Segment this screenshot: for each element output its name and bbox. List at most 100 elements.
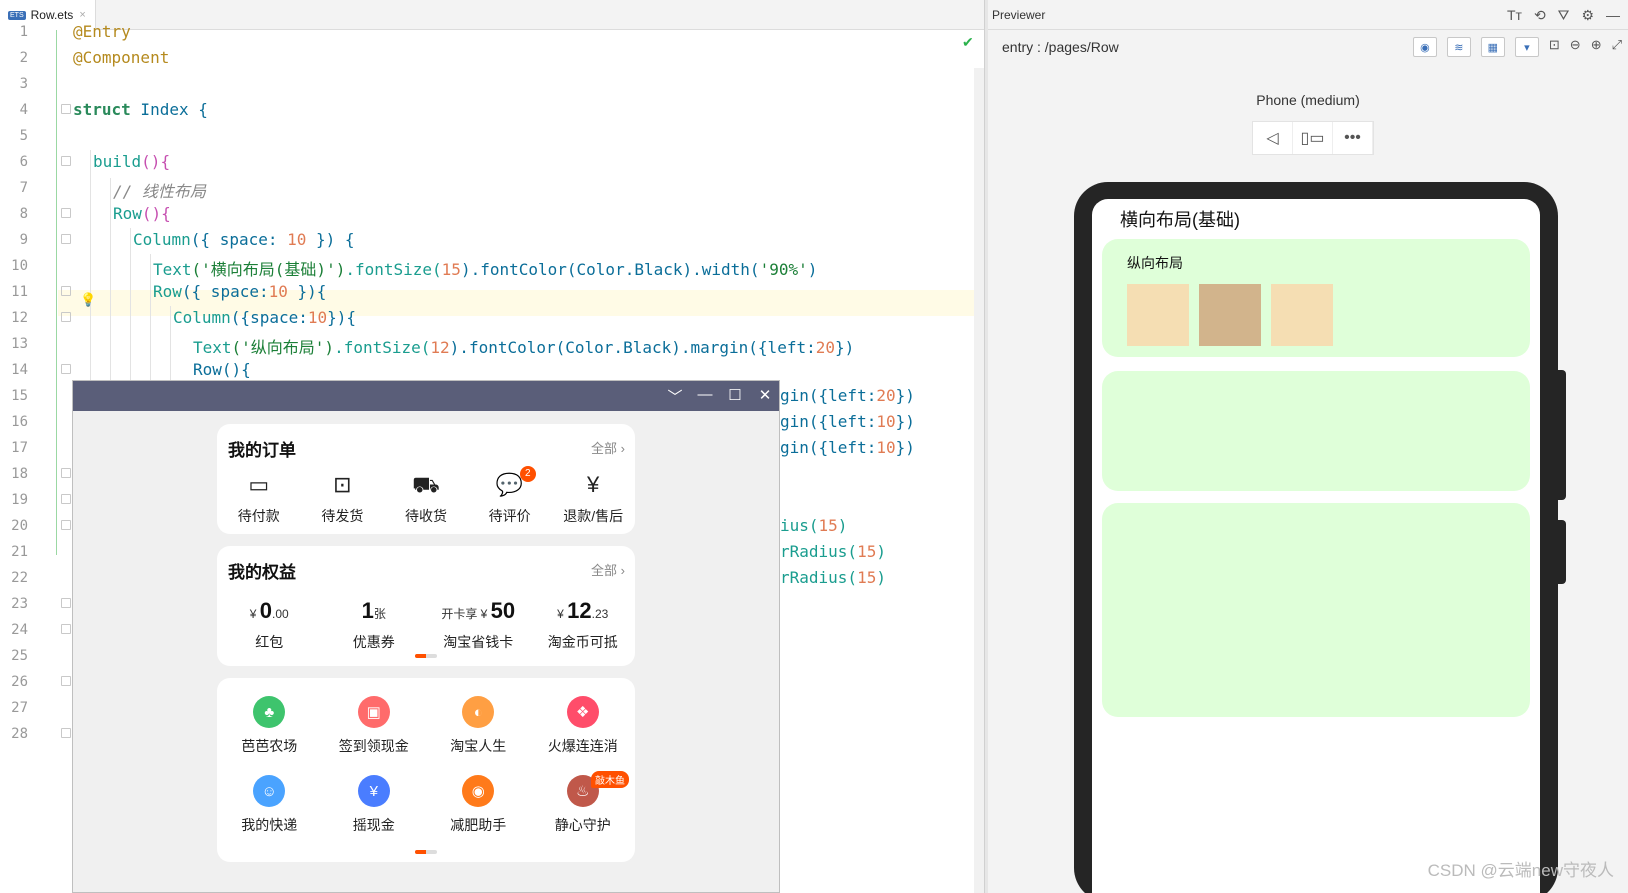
font-size-icon[interactable]: Tт (1507, 7, 1522, 24)
more-icon[interactable]: ••• (1333, 122, 1373, 154)
code-line[interactable]: Column({space:10}){ (173, 308, 356, 327)
order-pending-payment[interactable]: ▭ 待付款 (217, 472, 301, 526)
tab-label: Row.ets (30, 8, 74, 22)
code-token: Index { (130, 100, 208, 119)
fold-icon[interactable] (61, 234, 71, 244)
code-line[interactable]: build(){ (93, 152, 170, 171)
lightbulb-icon[interactable]: 💡 (80, 292, 96, 308)
fold-icon[interactable] (61, 468, 71, 478)
benefits-row: ¥ 0.00 红包 1张 优惠券 开卡享 ¥ 50 淘宝省钱卡 ¥ 12.23 淘金币可… (217, 598, 635, 652)
fold-icon[interactable] (61, 598, 71, 608)
benefit-red-packet[interactable]: ¥ 0.00 红包 (217, 598, 322, 652)
wheat-box (1271, 284, 1333, 346)
code-line[interactable]: gin({left:10}) (780, 412, 915, 431)
app-my-express[interactable]: ☺ 我的快递 (217, 775, 322, 835)
code-token: }) (834, 338, 855, 357)
window-titlebar[interactable]: ﹀ — ☐ ✕ (73, 381, 779, 411)
fold-icon[interactable] (61, 156, 71, 166)
code-line[interactable]: Row({ space:10 }){ (153, 282, 326, 301)
code-token: 15 (441, 260, 461, 279)
fold-icon[interactable] (61, 364, 71, 374)
code-line[interactable]: Row(){ (113, 204, 171, 223)
order-pending-ship[interactable]: ⊡ 待发货 (301, 472, 385, 526)
minimize-window-icon[interactable]: — (695, 386, 715, 407)
change-marker (56, 30, 57, 555)
orders-all-link[interactable]: 全部 › (591, 438, 625, 457)
code-line[interactable]: @Component (73, 48, 169, 67)
app-sign-in-cash[interactable]: ▣ 签到领现金 (322, 696, 427, 756)
code-line[interactable]: Text('纵向布局').fontSize(12).fontColor(Colo… (193, 334, 854, 358)
count-badge: 2 (519, 466, 536, 482)
benefit-coupon[interactable]: 1张 优惠券 (322, 598, 427, 652)
maximize-icon[interactable]: ☐ (725, 386, 745, 407)
benefits-all-link[interactable]: 全部 › (591, 560, 625, 579)
grid-icon[interactable]: ▦ (1480, 37, 1505, 57)
fold-icon[interactable] (61, 312, 71, 322)
puzzle-icon: ❖ (566, 696, 599, 728)
fit-screen-icon[interactable]: ⊡ (1549, 37, 1560, 57)
fold-icon[interactable] (61, 286, 71, 296)
value-suffix: 张 (373, 607, 386, 621)
courier-icon: ☺ (253, 775, 286, 807)
line-number: 27 (11, 700, 28, 716)
code-line[interactable]: ius(15) (780, 516, 847, 535)
benefit-savings-card[interactable]: 开卡享 ¥ 50 淘宝省钱卡 (426, 598, 531, 652)
filter-icon[interactable]: ⛛ (1558, 7, 1570, 24)
expand-icon[interactable]: ⤢ (1612, 37, 1622, 57)
order-refund[interactable]: ¥ 退款/售后 (551, 472, 635, 526)
refresh-icon[interactable]: ⟲ (1534, 7, 1546, 24)
order-label: 退款/售后 (563, 508, 624, 524)
game-icon: ◐ (462, 696, 495, 728)
app-diet-helper[interactable]: ◉ 减肥助手 (426, 775, 531, 835)
app-baba-farm[interactable]: ♣ 芭芭农场 (217, 696, 322, 756)
fold-icon[interactable] (61, 104, 71, 114)
fold-icon[interactable] (61, 676, 71, 686)
app-taobao-life[interactable]: ◐ 淘宝人生 (426, 696, 531, 756)
rotate-icon[interactable]: ▯▭ (1293, 122, 1333, 154)
code-token: ius( (780, 516, 819, 535)
minimize-icon[interactable]: — (1606, 7, 1620, 24)
settings-icon[interactable]: ⚙ (1581, 7, 1594, 24)
code-line[interactable]: struct Index { (73, 100, 208, 119)
value-prefix: 开卡享 ¥ (441, 607, 491, 621)
app-match-game[interactable]: ❖ 火爆连连消 (531, 696, 636, 756)
fold-icon[interactable] (61, 728, 71, 738)
apps-row: ☺ 我的快递 ¥ 摇现金 ◉ 减肥助手 敲木鱼 ♨ 静心守护 (217, 771, 636, 835)
orders-row: ▭ 待付款 ⊡ 待发货 ⛟ 待收货 💬 2 待评价 ¥ 退款/售后 (217, 466, 635, 526)
collapse-icon[interactable]: ﹀ (665, 386, 685, 407)
order-pending-receive[interactable]: ⛟ 待收货 (384, 472, 468, 526)
inspector-icon[interactable]: ◉ (1412, 37, 1437, 57)
fold-icon[interactable] (61, 624, 71, 634)
editor-scrollbar[interactable] (974, 68, 984, 893)
code-line[interactable]: @Entry (73, 22, 131, 41)
zoom-out-icon[interactable]: ⊖ (1570, 37, 1581, 57)
code-line[interactable]: rRadius(15) (780, 568, 886, 587)
code-line[interactable]: gin({left:10}) (780, 438, 915, 457)
code-line[interactable]: gin({left:20}) (780, 386, 915, 405)
back-icon[interactable]: ◁ (1253, 122, 1293, 154)
code-line[interactable]: // 线性布局 (113, 178, 206, 202)
fold-icon[interactable] (61, 520, 71, 530)
close-tab-icon[interactable]: × (79, 9, 85, 21)
chevron-down-icon[interactable]: ▾ (1514, 37, 1539, 57)
code-token: 15 (857, 542, 877, 561)
code-token: ).fontColor(Color.Black).width( (460, 260, 760, 279)
order-pending-review[interactable]: 💬 2 待评价 (468, 466, 552, 526)
close-icon[interactable]: ✕ (755, 386, 775, 407)
inspection-ok-icon[interactable]: ✔ (962, 34, 974, 51)
zoom-in-icon[interactable]: ⊕ (1591, 37, 1602, 57)
code-token: Text (193, 338, 232, 357)
previewer-toolbar-right: ◉ ≋ ▦ ▾ ⊡ ⊖ ⊕ ⤢ (1412, 37, 1622, 57)
code-line[interactable]: Column({ space: 10 }) { (133, 230, 355, 249)
apps-card: ♣ 芭芭农场 ▣ 签到领现金 ◐ 淘宝人生 ❖ 火爆连连消 ☺ 我的快递 ¥ 摇现金 ◉ 减肥… (217, 678, 635, 862)
fold-icon[interactable] (61, 494, 71, 504)
app-shake-cash[interactable]: ¥ 摇现金 (322, 775, 427, 835)
fold-icon[interactable] (61, 208, 71, 218)
card-subtitle: 纵向布局 (1127, 255, 1183, 271)
benefit-gold-coins[interactable]: ¥ 12.23 淘金币可抵 (531, 598, 636, 652)
app-mindful-guard[interactable]: 敲木鱼 ♨ 静心守护 (531, 771, 636, 835)
code-line[interactable]: Row(){ (193, 360, 251, 379)
code-line[interactable]: rRadius(15) (780, 542, 886, 561)
code-line[interactable]: Text('横向布局(基础)').fontSize(15).fontColor(… (153, 256, 817, 280)
layers-icon[interactable]: ≋ (1446, 37, 1471, 57)
